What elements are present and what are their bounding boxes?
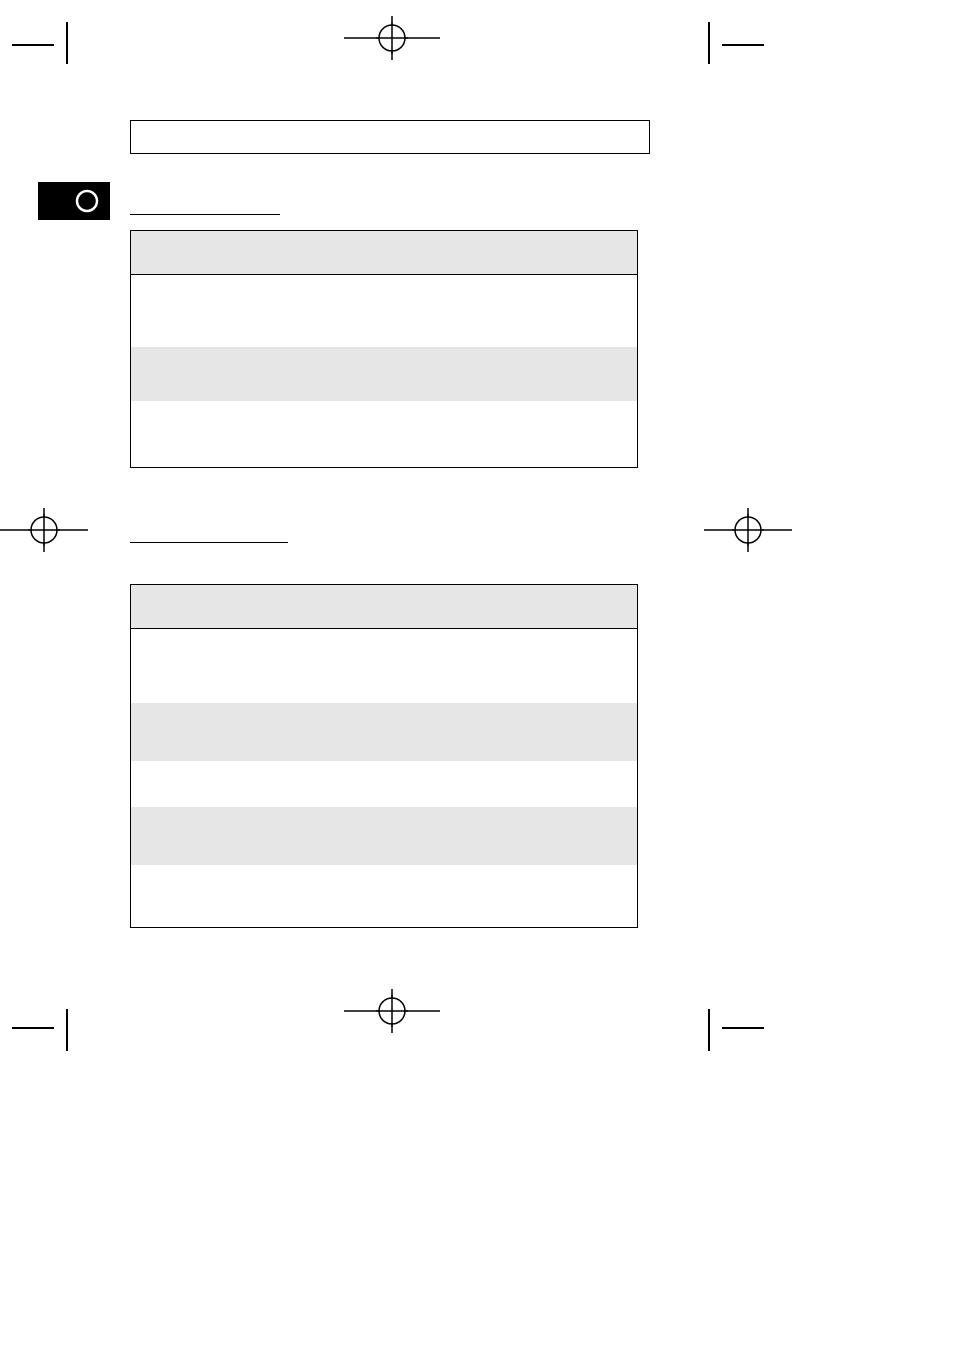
crop-mark-top-left xyxy=(12,22,72,82)
table-row xyxy=(131,629,637,703)
side-tab xyxy=(38,182,110,220)
registration-mark-top xyxy=(344,16,440,60)
section-1-heading xyxy=(130,196,280,215)
table-header xyxy=(131,231,637,275)
table-header xyxy=(131,585,637,629)
table-row xyxy=(131,807,637,865)
page-title-box xyxy=(130,120,650,154)
section-2-heading xyxy=(130,524,288,543)
section-2-table xyxy=(130,584,638,928)
table-row xyxy=(131,703,637,761)
section-2 xyxy=(130,524,650,928)
crop-mark-bottom-right xyxy=(704,991,764,1051)
crop-mark-bottom-left xyxy=(12,991,72,1051)
section-2-intro xyxy=(130,548,650,574)
registration-mark-bottom xyxy=(344,989,440,1033)
table-row xyxy=(131,275,637,347)
table-row xyxy=(131,347,637,401)
table-row xyxy=(131,401,637,467)
registration-mark-left xyxy=(0,508,88,552)
table-row xyxy=(131,761,637,807)
circle-icon xyxy=(74,188,100,214)
registration-mark-right xyxy=(704,508,792,552)
section-1-table xyxy=(130,230,638,468)
page-body xyxy=(130,120,650,928)
section-1 xyxy=(130,196,650,468)
crop-mark-top-right xyxy=(704,22,764,82)
table-row xyxy=(131,865,637,927)
